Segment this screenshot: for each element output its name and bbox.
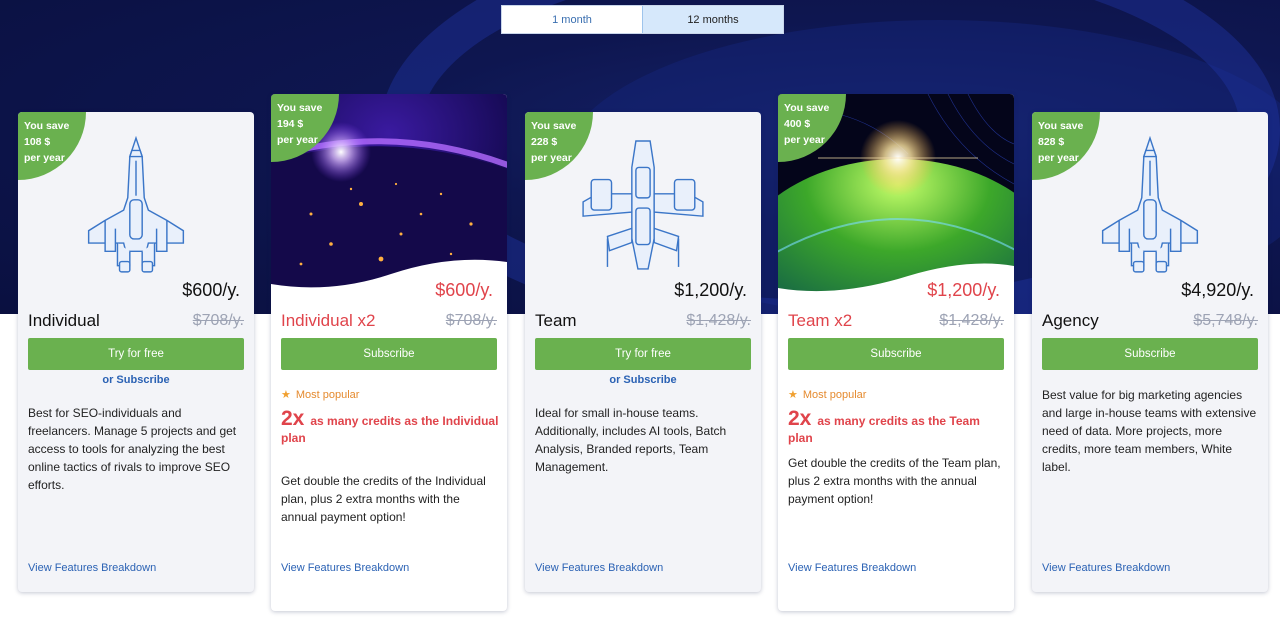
subscribe-button[interactable]: Subscribe xyxy=(788,338,1004,370)
plan-name: Individual x2 xyxy=(281,311,376,330)
plan-price: $600/y. xyxy=(182,280,240,300)
plan-old-price: $708/y. xyxy=(192,312,244,329)
plan-card-team: You save 228 $ per year $1,200/y. Team $1,… xyxy=(525,112,761,592)
view-features-link[interactable]: View Features Breakdown xyxy=(281,562,409,574)
plan-card-individual-x2: You save 194 $ per year $600/y. Individual… xyxy=(271,94,507,611)
plan-name: Individual xyxy=(28,311,100,330)
subscribe-button[interactable]: Subscribe xyxy=(1042,338,1258,370)
plan-old-price: $1,428/y. xyxy=(686,312,751,329)
view-features-link[interactable]: View Features Breakdown xyxy=(535,562,663,574)
plan-card-individual: You save 108 $ per year $600/y. Individual… xyxy=(18,112,254,592)
plan-card-agency: You save 828 $ per year $4,920/y. Agency $… xyxy=(1032,112,1268,592)
or-subscribe-link[interactable]: or Subscribe xyxy=(525,374,761,386)
most-popular-label: ★ Most popular xyxy=(788,388,867,402)
try-for-free-button[interactable]: Try for free xyxy=(28,338,244,370)
savings-badge: You save 828 $ per year xyxy=(1032,112,1100,180)
view-features-link[interactable]: View Features Breakdown xyxy=(28,562,156,574)
plan-description: Best value for big marketing agencies an… xyxy=(1042,388,1257,474)
plan-name: Agency xyxy=(1042,311,1099,330)
plan-card-team-x2: You save 400 $ per year $1,200/y. Team x2 … xyxy=(778,94,1014,611)
toggle-12-months[interactable]: 12 months xyxy=(642,6,783,33)
plan-old-price: $5,748/y. xyxy=(1193,312,1258,329)
credits-multiplier: 2x as many credits as the Individual plan xyxy=(281,407,499,445)
toggle-1-month[interactable]: 1 month xyxy=(502,6,642,33)
plan-description: Best for SEO-individuals and freelancers… xyxy=(28,406,237,492)
plan-name: Team x2 xyxy=(788,311,853,330)
most-popular-label: ★ Most popular xyxy=(281,388,360,402)
plan-price: $600/y. xyxy=(435,280,493,300)
view-features-link[interactable]: View Features Breakdown xyxy=(788,562,916,574)
plan-price: $1,200/y. xyxy=(927,280,1000,300)
or-subscribe-link[interactable]: or Subscribe xyxy=(18,374,254,386)
plan-price: $4,920/y. xyxy=(1181,280,1254,300)
plan-old-price: $708/y. xyxy=(445,312,497,329)
plan-description: Get double the credits of the Individual… xyxy=(281,474,486,524)
plan-price: $1,200/y. xyxy=(674,280,747,300)
plan-old-price: $1,428/y. xyxy=(939,312,1004,329)
spaceship-icon xyxy=(1096,135,1204,276)
spaceship-icon xyxy=(82,135,190,276)
plan-name: Team xyxy=(535,311,577,330)
credits-multiplier: 2x as many credits as the Team plan xyxy=(788,407,980,445)
spaceship-icon xyxy=(577,136,709,276)
plan-description: Get double the credits of the Team plan,… xyxy=(788,456,1001,506)
star-icon: ★ xyxy=(281,389,291,401)
subscribe-button[interactable]: Subscribe xyxy=(281,338,497,370)
billing-period-toggle[interactable]: 1 month 12 months xyxy=(501,5,784,34)
savings-badge: You save 108 $ per year xyxy=(18,112,86,180)
plan-description: Ideal for small in-house teams. Addition… xyxy=(535,406,727,474)
try-for-free-button[interactable]: Try for free xyxy=(535,338,751,370)
star-icon: ★ xyxy=(788,389,798,401)
view-features-link[interactable]: View Features Breakdown xyxy=(1042,562,1170,574)
